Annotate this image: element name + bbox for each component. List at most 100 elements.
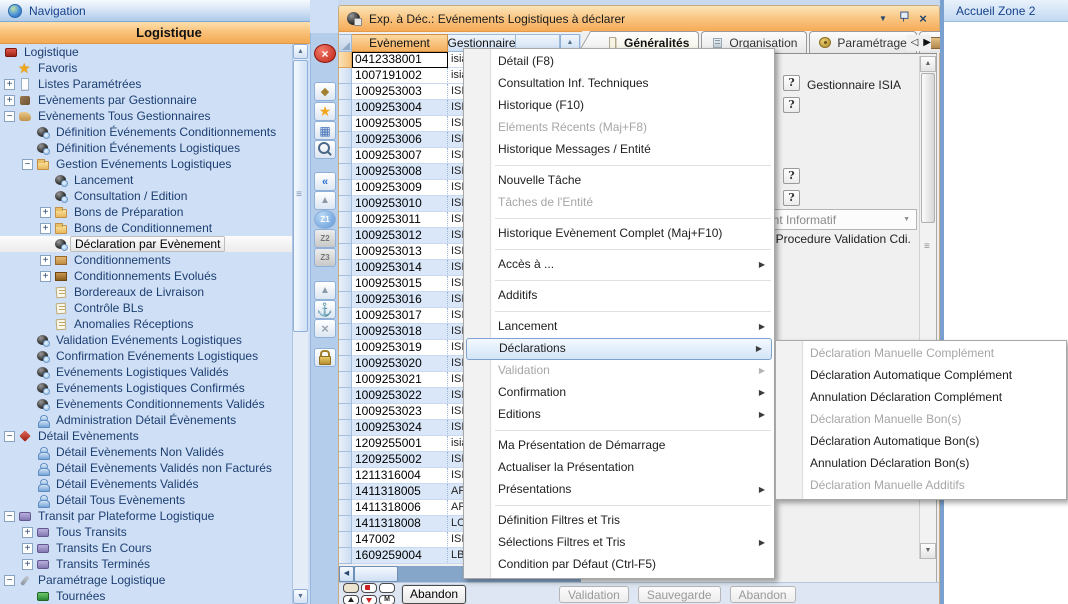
lock-icon[interactable] — [314, 348, 336, 367]
cell-evenement[interactable]: 1009253012 — [352, 228, 448, 244]
expand-minus-icon[interactable]: − — [4, 575, 15, 586]
tree-item-detail-evenements-non-valides[interactable]: Détail Evènements Non Validés — [0, 444, 292, 460]
scroll-left-icon[interactable]: ◀ — [339, 566, 354, 582]
tree-item-evenements-tous-gestionnaires[interactable]: −Evènements Tous Gestionnaires — [0, 108, 292, 124]
tree-item-gestion-evenements-logistiques[interactable]: −Gestion Evénements Logistiques — [0, 156, 292, 172]
cell-evenement[interactable]: 1009253010 — [352, 196, 448, 212]
cell-evenement[interactable]: 1009253024 — [352, 420, 448, 436]
tree-item-administration-detail-evenements[interactable]: Administration Détail Évènements — [0, 412, 292, 428]
context-menu-item-historique-f10[interactable]: Historique (F10) — [464, 95, 774, 117]
record-blank-button[interactable] — [379, 583, 395, 593]
context-menu-item-editions[interactable]: Editions▶ — [464, 404, 774, 426]
cell-evenement[interactable]: 1411318006 — [352, 500, 448, 516]
tree-item-conditionnements-evolues[interactable]: +Conditionnements Evolués — [0, 268, 292, 284]
cell-evenement[interactable]: 1209255002 — [352, 452, 448, 468]
context-menu-item-elements-recents-maj-f8[interactable]: Eléments Récents (Maj+F8) — [464, 117, 774, 139]
row-header-cell[interactable] — [339, 420, 352, 436]
tree-item-transit-par-plateforme-logistique[interactable]: −Transit par Plateforme Logistique — [0, 508, 292, 524]
tree-item-validation-evenements-logistiques[interactable]: Validation Evénements Logistiques — [0, 332, 292, 348]
column-header-evenement[interactable]: Evènement — [352, 34, 448, 52]
expand-plus-icon[interactable]: + — [22, 543, 33, 554]
cell-evenement[interactable]: 1009253019 — [352, 340, 448, 356]
cell-evenement[interactable]: 1009253020 — [352, 356, 448, 372]
cell-evenement[interactable]: 1007191002 — [352, 68, 448, 84]
scroll-up-icon[interactable]: ▲ — [293, 44, 308, 59]
record-first-button[interactable] — [343, 583, 359, 593]
tree-item-logistique[interactable]: Logistique — [0, 44, 292, 60]
row-header-cell[interactable] — [339, 324, 352, 340]
tree-scrollbar[interactable]: ▲ ≡ ▼ — [292, 44, 308, 604]
row-header-cell[interactable] — [339, 196, 352, 212]
events-window-titlebar[interactable]: Exp. à Déc.: Evénements Logistiques à dé… — [339, 6, 939, 32]
expand-plus-icon[interactable]: + — [4, 95, 15, 106]
help-button[interactable]: ? — [783, 190, 800, 206]
cell-evenement[interactable]: 1211316004 — [352, 468, 448, 484]
collapse-icon[interactable]: « — [314, 172, 336, 191]
record-down-button[interactable] — [361, 595, 377, 604]
cell-evenement[interactable]: 1009253011 — [352, 212, 448, 228]
compass-icon[interactable]: ◆ — [314, 82, 336, 101]
submenu-item-declaration-automatique-bon-s[interactable]: Déclaration Automatique Bon(s) — [776, 431, 1066, 453]
cell-evenement[interactable]: 1209255001 — [352, 436, 448, 452]
tree-item-conditionnements[interactable]: +Conditionnements — [0, 252, 292, 268]
tree-item-tous-transits[interactable]: +Tous Transits — [0, 524, 292, 540]
window-pin-icon[interactable] — [895, 11, 911, 26]
context-menu-item-definition-filtres-et-tris[interactable]: Définition Filtres et Tris — [464, 510, 774, 532]
window-close-icon[interactable]: × — [915, 11, 931, 26]
cell-evenement[interactable]: 147002 — [352, 532, 448, 548]
tree-item-bons-de-conditionnement[interactable]: +Bons de Conditionnement — [0, 220, 292, 236]
row-header-cell[interactable] — [339, 292, 352, 308]
submenu-item-declaration-manuelle-complement[interactable]: Déclaration Manuelle Complément — [776, 343, 1066, 365]
row-header-cell[interactable] — [339, 404, 352, 420]
tree-item-detail-tous-evenements[interactable]: Détail Tous Evènements — [0, 492, 292, 508]
row-header-cell[interactable] — [339, 100, 352, 116]
submenu-item-annulation-declaration-bon-s[interactable]: Annulation Déclaration Bon(s) — [776, 453, 1066, 475]
row-header-cell[interactable] — [339, 452, 352, 468]
cell-evenement[interactable]: 1009253005 — [352, 116, 448, 132]
tree-item-confirmation-evenements-logistiques[interactable]: Confirmation Evénements Logistiques — [0, 348, 292, 364]
help-button[interactable]: ? — [783, 75, 800, 91]
tree-item-bons-de-preparation[interactable]: +Bons de Préparation — [0, 204, 292, 220]
cell-evenement[interactable]: 0412338001 — [352, 52, 448, 68]
tab-parametrage[interactable]: Paramétrage — [809, 31, 916, 53]
submenu-item-annulation-declaration-complement[interactable]: Annulation Déclaration Complément — [776, 387, 1066, 409]
cell-evenement[interactable]: 1009253007 — [352, 148, 448, 164]
context-menu-item-validation[interactable]: Validation▶ — [464, 360, 774, 382]
window-menu-icon[interactable]: ▼ — [875, 14, 891, 23]
cell-evenement[interactable]: 1009253023 — [352, 404, 448, 420]
row-header-cell[interactable] — [339, 468, 352, 484]
expand-minus-icon[interactable]: − — [22, 159, 33, 170]
tree-item-declaration-par-evenement[interactable]: Déclaration par Evènement — [0, 236, 292, 252]
footer-validation-button[interactable]: Validation — [559, 586, 629, 603]
tree-item-favoris[interactable]: Favoris — [0, 60, 292, 76]
cell-evenement[interactable]: 1411318008 — [352, 516, 448, 532]
zoom-3-icon[interactable]: Z3 — [314, 248, 336, 267]
tab-next-icon[interactable]: ▶ — [923, 36, 931, 50]
cell-evenement[interactable]: 1009253015 — [352, 276, 448, 292]
row-header-cell[interactable] — [339, 212, 352, 228]
cell-evenement[interactable]: 1009253013 — [352, 244, 448, 260]
row-header-cell[interactable] — [339, 484, 352, 500]
row-header-cell[interactable] — [339, 132, 352, 148]
magnifier-icon[interactable] — [314, 140, 336, 159]
record-flag-button[interactable] — [361, 583, 377, 593]
submenu-item-declaration-manuelle-bon-s[interactable]: Déclaration Manuelle Bon(s) — [776, 409, 1066, 431]
tree-item-detail-evenements-valides[interactable]: Détail Evènements Validés — [0, 476, 292, 492]
tree-item-evenements-conditionnements-valides[interactable]: Evènements Conditionnements Validés — [0, 396, 292, 412]
row-header-cell[interactable] — [339, 548, 352, 564]
cross-icon[interactable]: × — [314, 319, 336, 338]
expand-plus-icon[interactable]: + — [40, 223, 51, 234]
arrow-up-icon[interactable]: ▲ — [314, 281, 336, 300]
expand-plus-icon[interactable]: + — [22, 527, 33, 538]
submenu-item-declaration-manuelle-additifs[interactable]: Déclaration Manuelle Additifs — [776, 475, 1066, 497]
context-menu-item-presentations[interactable]: Présentations▶ — [464, 479, 774, 501]
monitor-icon[interactable]: ▦ — [314, 121, 336, 140]
submenu-item-declaration-automatique-complement[interactable]: Déclaration Automatique Complément — [776, 365, 1066, 387]
accueil-header[interactable]: Accueil Zone 2 — [944, 0, 1068, 22]
help-button[interactable]: ? — [783, 168, 800, 184]
context-menu-item-detail-f8[interactable]: Détail (F8) — [464, 51, 774, 73]
tree-item-transits-termines[interactable]: +Transits Terminés — [0, 556, 292, 572]
cell-evenement[interactable]: 1009253006 — [352, 132, 448, 148]
zoom-1-icon[interactable]: Z1 — [314, 210, 336, 229]
cell-evenement[interactable]: 1009253022 — [352, 388, 448, 404]
